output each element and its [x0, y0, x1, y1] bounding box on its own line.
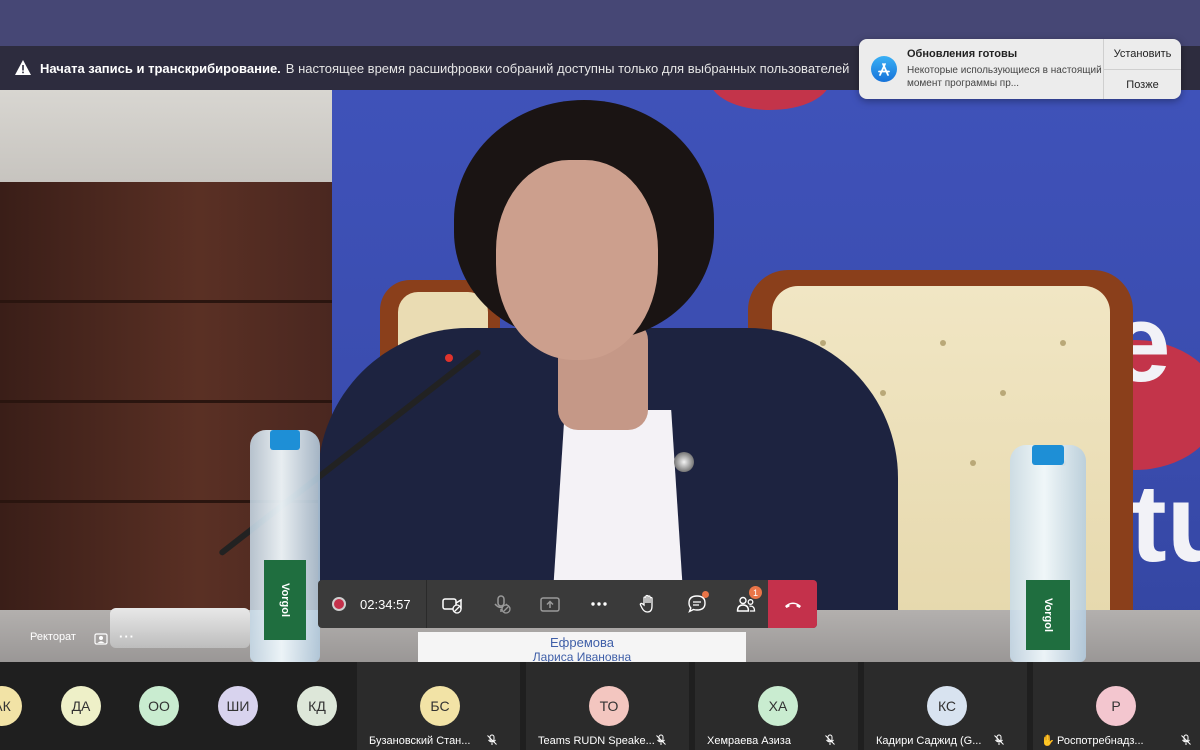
participant-avatar[interactable]: АК — [0, 686, 22, 726]
participant-avatar[interactable]: КД — [297, 686, 337, 726]
bottle-cap — [1032, 445, 1064, 465]
avatar-initials: Р — [1111, 698, 1121, 714]
avatar-initials: ХА — [768, 698, 788, 714]
avatar-initials: АК — [0, 698, 11, 714]
participant-avatar: КС — [927, 686, 967, 726]
recording-banner-title: Начата запись и транскрибирование. — [40, 60, 281, 76]
avatar-initials: КД — [308, 698, 326, 714]
camera-off-button[interactable] — [427, 580, 476, 628]
participant-avatar[interactable]: ОО — [139, 686, 179, 726]
participant-tile[interactable]: ХА Хемраева Азиза — [695, 662, 858, 750]
nameplate-line1: Ефремова — [550, 635, 614, 650]
hang-up-icon — [784, 602, 801, 608]
avatar-initials: КС — [937, 698, 957, 714]
chair-tuft — [970, 460, 976, 466]
teams-meeting-window: Начата запись и транскрибирование. В нас… — [0, 0, 1200, 750]
bottle-cap — [270, 430, 300, 450]
backdrop-letters: tu — [1130, 462, 1200, 585]
participant-avatar: БС — [420, 686, 460, 726]
meeting-control-bar: 02:34:57 1 — [318, 580, 817, 628]
participant-name: Роспотребнадз... — [1057, 735, 1144, 747]
avatar-initials: ТО — [599, 698, 619, 714]
chair-tuft — [1060, 340, 1066, 346]
participant-avatar[interactable]: ШИ — [218, 686, 258, 726]
participant-strip: АК ДА ОО ШИ КД БС Бузановский Стан... ТО… — [0, 662, 1200, 750]
pin-participant-icon[interactable] — [94, 633, 108, 645]
chair-tuft — [1000, 390, 1006, 396]
microphone-off-icon — [1181, 734, 1191, 745]
participants-badge: 1 — [749, 586, 762, 599]
share-tray-icon — [539, 597, 560, 612]
chair-tuft — [880, 390, 886, 396]
video-stage: Re tu Vorgol Vorgol — [0, 90, 1200, 662]
bottle-label: Vorgol — [264, 560, 306, 640]
more-icon — [590, 602, 607, 606]
raised-hand-icon: ✋ — [1041, 735, 1055, 747]
mute-button[interactable] — [476, 580, 525, 628]
bottle-label: Vorgol — [1026, 580, 1070, 650]
participant-avatar: Р — [1096, 686, 1136, 726]
app-store-glyph-icon — [878, 63, 890, 76]
microphone-off-icon — [493, 595, 511, 614]
notification-message: Некоторые использующиеся в настоящий мом… — [907, 65, 1102, 89]
microphone-light — [445, 354, 453, 362]
notification-title: Обновления готовы — [907, 48, 1018, 60]
avatar-initials: БС — [430, 698, 450, 714]
recording-banner-message: В настоящее время расшифровки собраний д… — [285, 60, 850, 76]
later-button[interactable]: Позже — [1104, 69, 1181, 99]
participants-button[interactable]: 1 — [721, 580, 770, 628]
avatar-initials: ОО — [148, 698, 170, 714]
wall-panel-line — [0, 400, 332, 403]
participant-tile[interactable]: КС Кадири Саджид (G... — [864, 662, 1027, 750]
warning-icon — [15, 60, 31, 75]
video-tile-more-button[interactable]: ··· — [119, 629, 135, 644]
update-notification: Обновления готовы Некоторые использующие… — [859, 39, 1181, 99]
meeting-timer: 02:34:57 — [360, 596, 411, 612]
wall-panel-line — [0, 300, 332, 303]
microphone-off-icon — [656, 734, 666, 745]
leave-meeting-button[interactable] — [768, 580, 817, 628]
participant-avatar[interactable]: ДА — [61, 686, 101, 726]
avatar-initials: ШИ — [226, 698, 250, 714]
speaker-face — [496, 160, 658, 360]
recording-dot-icon — [332, 597, 346, 611]
raise-hand-button[interactable] — [623, 580, 672, 628]
participant-name: Кадири Саджид (G... — [876, 735, 982, 747]
speaker-brooch — [674, 452, 694, 472]
chat-button[interactable] — [672, 580, 721, 628]
more-actions-button[interactable] — [574, 580, 623, 628]
app-store-icon — [871, 56, 897, 82]
microphone-off-icon — [487, 734, 497, 745]
wall-upper — [0, 90, 332, 182]
participant-tile[interactable]: ТО Teams RUDN Speake... — [526, 662, 689, 750]
chair-tuft — [820, 340, 826, 346]
participant-tile[interactable]: БС Бузановский Стан... — [357, 662, 520, 750]
avatar-initials: ДА — [71, 698, 91, 714]
video-tile-name: Ректорат — [30, 631, 76, 643]
notification-actions: Установить Позже — [1103, 39, 1181, 99]
install-button[interactable]: Установить — [1104, 39, 1181, 69]
recording-timer: 02:34:57 — [318, 580, 427, 628]
microphone-off-icon — [825, 734, 835, 745]
microphone-off-icon — [994, 734, 1004, 745]
participant-name: Хемраева Азиза — [707, 735, 791, 747]
share-screen-button[interactable] — [525, 580, 574, 628]
participant-avatar: ХА — [758, 686, 798, 726]
camera-off-icon — [441, 598, 462, 614]
participant-tile[interactable]: Р Роспотребнадз... ✋ — [1033, 662, 1200, 750]
chair-tuft — [940, 340, 946, 346]
participant-name: Бузановский Стан... — [369, 735, 471, 747]
participant-name: Teams RUDN Speake... — [538, 735, 655, 747]
raise-hand-icon — [639, 594, 653, 613]
chat-unread-dot — [702, 591, 709, 598]
participant-avatar: ТО — [589, 686, 629, 726]
